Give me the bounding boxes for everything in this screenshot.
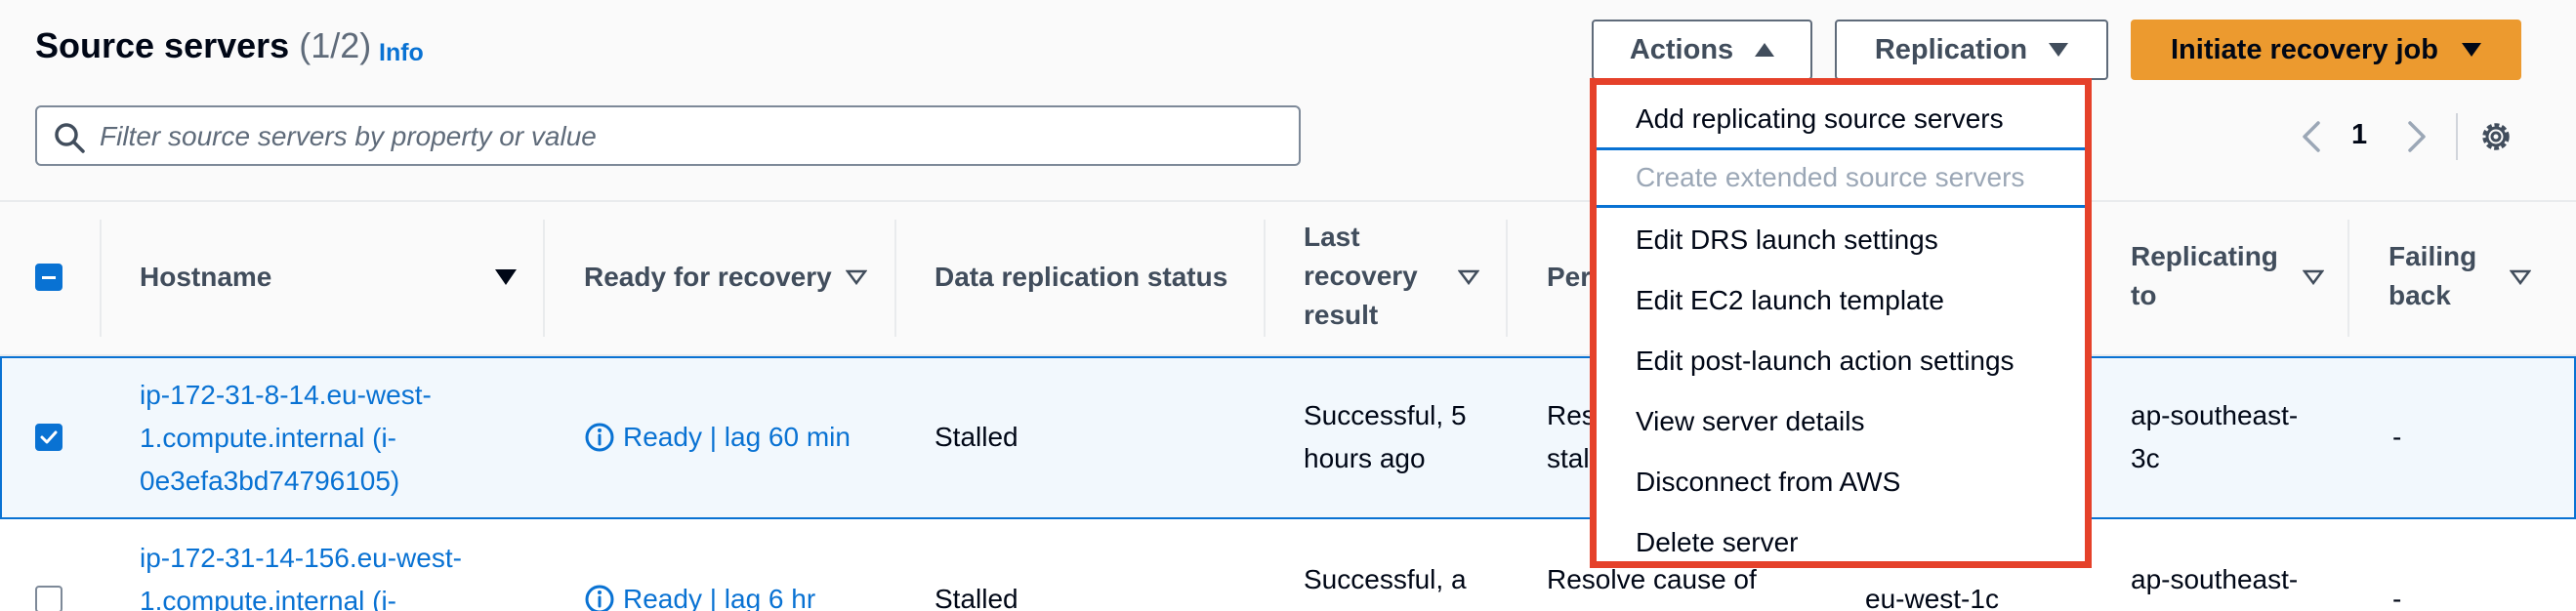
pending-actions: Res stal xyxy=(1547,394,1596,480)
sort-icon[interactable] xyxy=(2303,269,2324,285)
ready-status-text: Ready | lag 6 hr xyxy=(623,584,816,611)
caret-down-icon xyxy=(2049,43,2069,57)
column-header-line: recovery xyxy=(1304,261,1418,291)
info-link[interactable]: Info xyxy=(379,39,424,67)
sort-descending-icon[interactable] xyxy=(495,269,517,285)
menu-item-edit-post-launch-action-settings[interactable]: Edit post-launch action settings xyxy=(1597,331,2085,391)
replication-status: Stalled xyxy=(935,584,1018,611)
search-icon xyxy=(55,123,85,153)
caret-up-icon xyxy=(1755,43,1775,57)
last-recovery-result: Successful, 5 hours ago xyxy=(1304,394,1467,480)
pager-divider xyxy=(2456,113,2458,160)
sort-icon[interactable] xyxy=(846,269,867,285)
initiate-recovery-job-label: Initiate recovery job xyxy=(2171,33,2438,65)
actions-button[interactable]: Actions xyxy=(1592,20,1812,80)
menu-item-add-replicating-source-servers[interactable]: Add replicating source servers xyxy=(1597,89,2085,149)
column-header-line: result xyxy=(1304,300,1379,330)
hostname-line: ip-172-31-8-14.eu-west- xyxy=(140,380,432,410)
actions-button-label: Actions xyxy=(1629,33,1734,65)
column-header-line: Replicating xyxy=(2131,241,2278,271)
failing-back: - xyxy=(2392,584,2402,611)
menu-item-edit-drs-launch-settings[interactable]: Edit DRS launch settings xyxy=(1597,210,2085,270)
hostname-line: 1.compute.internal (i- xyxy=(140,423,397,453)
chevron-right-icon[interactable] xyxy=(2402,119,2431,154)
hostname-line: 1.compute.internal (i- xyxy=(140,586,397,611)
column-header-line: Failing xyxy=(2389,241,2477,271)
info-circle-icon xyxy=(585,423,614,452)
replication-status: Stalled xyxy=(935,422,1018,452)
gear-icon[interactable] xyxy=(2476,117,2515,156)
hostname-link[interactable]: ip-172-31-8-14.eu-west- 1.compute.intern… xyxy=(140,374,432,503)
column-separator xyxy=(1264,220,1266,337)
replication-button[interactable]: Replication xyxy=(1835,20,2108,80)
column-header-ready-for-recovery[interactable]: Ready for recovery xyxy=(584,258,832,297)
page-number[interactable]: 1 xyxy=(2351,119,2367,151)
last-recovery-result: Successful, a xyxy=(1304,564,1467,594)
column-separator xyxy=(543,220,545,337)
column-separator xyxy=(2347,220,2349,337)
column-header-pending[interactable]: Per xyxy=(1547,258,1591,297)
initiate-recovery-job-button[interactable]: Initiate recovery job xyxy=(2131,20,2521,80)
replicating-to: ap-southeast- 3c xyxy=(2131,394,2298,480)
column-header-line: Last xyxy=(1304,222,1360,252)
column-header-line: to xyxy=(2131,280,2157,310)
failing-back: - xyxy=(2392,422,2402,452)
chevron-left-icon[interactable] xyxy=(2297,119,2326,154)
column-separator xyxy=(1506,220,1508,337)
menu-item-create-extended-source-servers: Create extended source servers xyxy=(1597,147,2085,208)
ready-status[interactable]: Ready | lag 6 hr xyxy=(584,578,815,611)
sort-icon[interactable] xyxy=(2510,269,2531,285)
page-title-text: Source servers xyxy=(35,25,290,65)
hostname-line: ip-172-31-14-156.eu-west- xyxy=(140,543,462,573)
ready-status-text: Ready | lag 60 min xyxy=(623,422,851,452)
column-header-replicating-to[interactable]: Replicating to xyxy=(2131,237,2278,315)
search-input[interactable] xyxy=(100,119,1271,154)
pending-line: Res xyxy=(1547,400,1596,430)
column-header-line: back xyxy=(2389,280,2451,310)
checkmark-icon xyxy=(40,430,58,444)
menu-item-disconnect-from-aws[interactable]: Disconnect from AWS xyxy=(1597,452,2085,512)
menu-item-delete-server[interactable]: Delete server xyxy=(1597,512,2085,573)
search-field[interactable] xyxy=(35,105,1301,166)
replicating-line: ap-southeast- xyxy=(2131,400,2299,430)
menu-item-edit-ec2-launch-template[interactable]: Edit EC2 launch template xyxy=(1597,270,2085,331)
page-title: Source servers (1/2) xyxy=(35,25,371,66)
selection-count: (1/2) xyxy=(299,25,372,65)
column-header-hostname[interactable]: Hostname xyxy=(140,258,271,297)
hostname-link[interactable]: ip-172-31-14-156.eu-west- 1.compute.inte… xyxy=(140,537,462,611)
menu-item-view-server-details[interactable]: View server details xyxy=(1597,391,2085,452)
last-recovery-line: Successful, 5 xyxy=(1304,400,1467,430)
column-header-data-replication-status[interactable]: Data replication status xyxy=(935,258,1227,297)
column-header-failing-back[interactable]: Failing back xyxy=(2389,237,2476,315)
column-header-last-recovery-result[interactable]: Last recovery result xyxy=(1304,218,1418,335)
column-separator xyxy=(894,220,896,337)
last-recovery-line: hours ago xyxy=(1304,443,1426,473)
info-circle-icon xyxy=(585,585,614,611)
actions-dropdown-menu: Add replicating source servers Create ex… xyxy=(1590,78,2092,568)
hostname-line: 0e3efa3bd74796105) xyxy=(140,466,400,496)
select-all-checkbox[interactable] xyxy=(35,264,62,291)
row-checkbox[interactable] xyxy=(35,424,62,451)
row-checkbox[interactable] xyxy=(35,586,62,611)
availability-zone: eu-west-1c xyxy=(1865,584,1999,611)
replication-button-label: Replication xyxy=(1874,33,2028,65)
replicating-line: 3c xyxy=(2131,443,2160,473)
ready-status[interactable]: Ready | lag 60 min xyxy=(584,416,851,459)
column-separator xyxy=(100,220,102,337)
replicating-to: ap-southeast- xyxy=(2131,564,2299,594)
pending-line: stal xyxy=(1547,443,1590,473)
caret-down-icon xyxy=(2462,43,2481,57)
sort-icon[interactable] xyxy=(1458,269,1479,285)
